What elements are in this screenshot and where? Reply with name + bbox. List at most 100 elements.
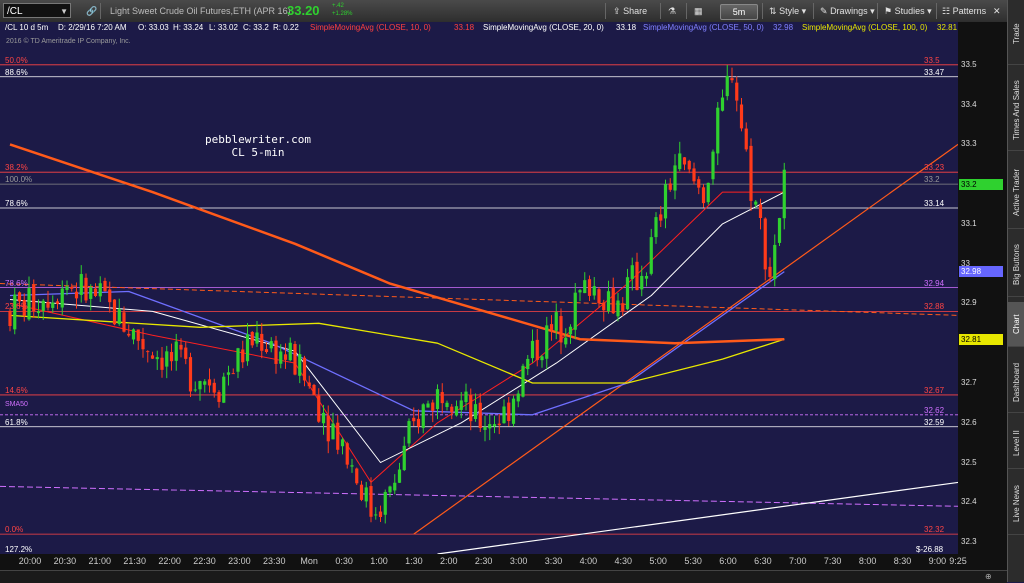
candle-body	[720, 97, 725, 111]
time-tick-label: 9:00	[928, 556, 947, 566]
candle-body	[583, 280, 587, 294]
scroll-bar[interactable]: ⊕	[0, 570, 1007, 583]
candle-body	[402, 445, 406, 471]
candle-body	[725, 75, 729, 97]
link-icon[interactable]: 🔗	[86, 0, 97, 22]
candle-body	[716, 107, 720, 154]
sidebar-tab-chart[interactable]: Chart	[1008, 302, 1024, 347]
candle-body	[103, 280, 107, 292]
price-tick-label: 32.5	[961, 457, 977, 467]
candle-body	[112, 299, 117, 325]
candle-body	[236, 348, 240, 372]
candle-body	[326, 415, 330, 442]
candle-body	[36, 311, 41, 314]
candle-body	[445, 402, 449, 408]
candle-body	[692, 168, 696, 182]
candle-body	[616, 300, 620, 317]
candle-body	[459, 400, 463, 410]
candle-body	[79, 274, 83, 295]
candle-body	[492, 424, 497, 427]
candle-body	[27, 288, 31, 320]
bar-date: D: 2/29/16 7:20 AM	[58, 23, 127, 32]
time-tick-label: 21:30	[123, 556, 146, 566]
price-tick-label: 33.1	[961, 218, 977, 228]
share-label: Share	[623, 6, 648, 16]
chevron-down-icon[interactable]: ▼	[60, 4, 68, 19]
symbol-input[interactable]: /CL ▼	[3, 3, 71, 18]
candle-body	[559, 316, 563, 343]
sidebar-tab-dashboard[interactable]: Dashboard	[1008, 352, 1024, 413]
candle-body	[663, 184, 668, 219]
chart-summary: /CL 10 d 5m	[5, 23, 49, 32]
zoom-icon[interactable]: ⊕	[985, 571, 992, 582]
candle-body	[307, 382, 311, 387]
time-tick-label: 20:00	[18, 556, 42, 566]
candle-body	[454, 406, 459, 416]
sidebar-tab-active-trader[interactable]: Active Trader	[1008, 156, 1024, 229]
grid-icon[interactable]: ▦	[694, 3, 703, 19]
candle-body	[293, 344, 297, 375]
candle-body	[302, 357, 307, 381]
candle-body	[131, 329, 136, 340]
sma100-label[interactable]: SimpleMovingAvg (CLOSE, 100, 0)	[802, 22, 927, 33]
candle-body	[521, 365, 525, 397]
time-tick-label: 2:30	[474, 556, 493, 566]
time-tick-label: 3:00	[509, 556, 528, 566]
candle-body	[70, 286, 74, 289]
price-chart[interactable]	[0, 33, 959, 555]
sma50-line-label: SMA50	[5, 401, 28, 408]
fib-value-label: 32.32	[924, 525, 945, 535]
candle-body	[393, 482, 397, 491]
price-axis[interactable]: 33.533.433.333.233.13332.932.832.732.632…	[958, 22, 1007, 554]
candle-body	[407, 421, 411, 444]
fib-value-label: 33.14	[924, 198, 945, 208]
sidebar-tab-trade[interactable]: Trade	[1008, 4, 1024, 65]
candle-body	[554, 312, 558, 331]
candle-body	[773, 244, 777, 280]
chart-canvas[interactable]	[0, 33, 959, 555]
price-tick-label: 32.4	[961, 497, 977, 507]
candle-body	[288, 342, 292, 361]
candle-body	[260, 333, 264, 351]
sma20-label[interactable]: SimpleMovingAvg (CLOSE, 20, 0)	[483, 22, 604, 33]
sidebar-tab-level-ii[interactable]: Level II	[1008, 418, 1024, 469]
candle-body	[711, 151, 715, 180]
close-icon[interactable]: ✕	[993, 3, 1001, 19]
annotation-line2: CL 5-min	[231, 146, 285, 159]
candle-body	[340, 439, 345, 447]
sma10-label[interactable]: SimpleMovingAvg (CLOSE, 10, 0)	[310, 22, 431, 33]
time-tick-label: 21:00	[88, 556, 112, 566]
time-axis[interactable]: 20:00 20:30 21:00 21:30 22:00 22:30 23:00 23:30…	[0, 554, 1007, 570]
studies-button[interactable]: ⚑ Studies ▾	[884, 3, 932, 19]
style-label: Style	[779, 6, 800, 16]
annotation-line1: pebblewriter.com	[205, 133, 311, 146]
study-header: /CL 10 d 5m D: 2/29/16 7:20 AM O: 33.03 …	[0, 22, 958, 33]
sidebar-tab-live-news[interactable]: Live News	[1008, 474, 1024, 535]
trendline-white	[437, 481, 959, 555]
sidebar-tab-big-buttons[interactable]: Big Buttons	[1008, 234, 1024, 297]
candle-body	[450, 406, 454, 413]
candle-body	[530, 340, 535, 359]
sma50-label[interactable]: SimpleMovingAvg (CLOSE, 50, 0)	[643, 22, 764, 33]
candle-body	[587, 279, 592, 296]
share-button[interactable]: ⇪ Share	[613, 3, 647, 19]
style-button[interactable]: ⇅ Style ▾	[769, 3, 806, 19]
candle-body	[359, 484, 364, 500]
candle-body	[89, 287, 93, 299]
symbol-description: Light Sweet Crude Oil Futures,ETH (APR 1…	[110, 6, 291, 16]
price-tick-label: 33.3	[961, 139, 977, 149]
drawings-button[interactable]: ✎ Drawings ▾	[820, 3, 875, 19]
candle-body	[478, 402, 482, 428]
candle-body	[682, 157, 687, 165]
candle-body	[507, 402, 511, 422]
fib-value-label: 33.5	[924, 55, 940, 65]
time-tick-label: 1:30	[405, 556, 423, 566]
candle-body	[212, 382, 216, 393]
flask-icon[interactable]: ⚗	[668, 3, 676, 19]
candle-body	[630, 265, 634, 279]
patterns-button[interactable]: ☷ Patterns	[942, 3, 986, 19]
candle-body	[464, 391, 468, 403]
candle-body	[165, 351, 169, 367]
timeframe-button[interactable]: 5m	[720, 4, 758, 20]
sidebar-tab-times-and-sales[interactable]: Times And Sales	[1008, 70, 1024, 151]
